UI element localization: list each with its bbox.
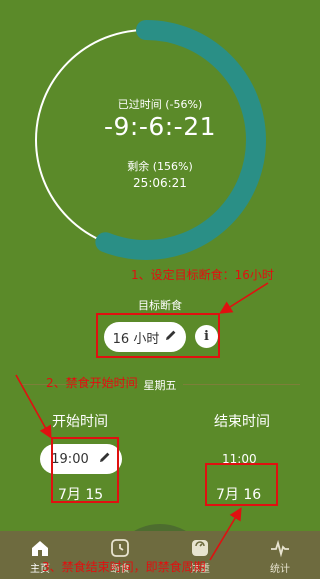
annotation-text-start: 2、禁食开始时间 xyxy=(46,376,138,390)
annotation-box-end xyxy=(205,463,278,506)
annotation-text-goal: 1、设定目标断食：16小时 xyxy=(131,268,274,282)
annotation-box-goal xyxy=(96,313,220,358)
pulse-icon xyxy=(271,539,289,558)
remaining-label: 剩余 (156%) xyxy=(127,160,193,173)
nav-item-stats[interactable]: 统计 xyxy=(240,531,320,579)
scale-icon xyxy=(192,540,208,556)
nav-label: 统计 xyxy=(270,564,290,575)
elapsed-label: 已过时间 (-56%) xyxy=(117,98,203,111)
home-icon xyxy=(32,541,48,556)
fasting-progress-ring xyxy=(26,20,266,260)
remaining-time: 25:06:21 xyxy=(133,176,187,190)
annotation-box-start xyxy=(51,437,119,503)
end-time-label: 结束时间 xyxy=(214,414,270,430)
elapsed-timer: -9:-6:-21 xyxy=(103,112,217,141)
start-time-label: 开始时间 xyxy=(52,414,108,430)
annotation-text-end: 3、禁食结束时间，即禁食周期 xyxy=(42,560,206,574)
clock-icon xyxy=(111,539,129,557)
goal-label: 目标断食 xyxy=(138,299,182,312)
